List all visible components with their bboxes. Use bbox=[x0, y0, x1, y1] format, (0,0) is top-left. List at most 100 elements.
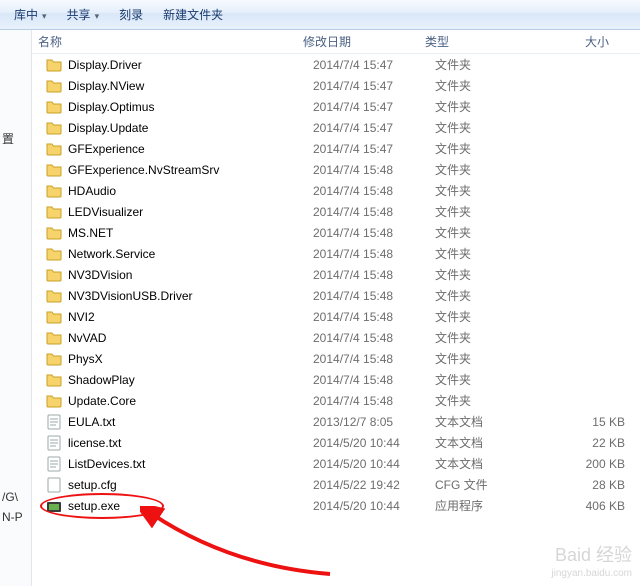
file-date: 2014/7/4 15:48 bbox=[313, 163, 435, 177]
column-header-type[interactable]: 类型 bbox=[419, 29, 531, 54]
file-name: NV3DVision bbox=[68, 268, 313, 282]
file-type: 文本文档 bbox=[435, 434, 547, 451]
file-row[interactable]: license.txt2014/5/20 10:44文本文档22 KB bbox=[32, 432, 640, 453]
file-icon bbox=[46, 477, 62, 493]
file-name: NV3DVisionUSB.Driver bbox=[68, 289, 313, 303]
file-name: ShadowPlay bbox=[68, 373, 313, 387]
file-row[interactable]: Display.Update2014/7/4 15:47文件夹 bbox=[32, 117, 640, 138]
toolbar-share[interactable]: 共享 bbox=[57, 2, 110, 27]
file-row[interactable]: NV3DVision2014/7/4 15:48文件夹 bbox=[32, 264, 640, 285]
file-name: Update.Core bbox=[68, 394, 313, 408]
file-type: 文件夹 bbox=[435, 245, 547, 262]
file-type: 文件夹 bbox=[435, 224, 547, 241]
file-date: 2014/5/20 10:44 bbox=[313, 436, 435, 450]
file-row[interactable]: setup.exe2014/5/20 10:44应用程序406 KB bbox=[32, 495, 640, 516]
file-type: 文件夹 bbox=[435, 203, 547, 220]
file-type: 文件夹 bbox=[435, 161, 547, 178]
file-name: NvVAD bbox=[68, 331, 313, 345]
folder-icon bbox=[46, 330, 62, 346]
file-row[interactable]: PhysX2014/7/4 15:48文件夹 bbox=[32, 348, 640, 369]
file-list[interactable]: Display.Driver2014/7/4 15:47文件夹Display.N… bbox=[32, 54, 640, 586]
file-row[interactable]: Update.Core2014/7/4 15:48文件夹 bbox=[32, 390, 640, 411]
file-name: Display.Update bbox=[68, 121, 313, 135]
column-header-date[interactable]: 修改日期 bbox=[297, 29, 419, 54]
file-date: 2014/7/4 15:47 bbox=[313, 58, 435, 72]
file-type: CFG 文件 bbox=[435, 476, 547, 493]
file-name: setup.cfg bbox=[68, 478, 313, 492]
file-type: 文件夹 bbox=[435, 266, 547, 283]
file-name: setup.exe bbox=[68, 499, 313, 513]
file-name: Network.Service bbox=[68, 247, 313, 261]
file-row[interactable]: EULA.txt2013/12/7 8:05文本文档15 KB bbox=[32, 411, 640, 432]
file-row[interactable]: GFExperience.NvStreamSrv2014/7/4 15:48文件… bbox=[32, 159, 640, 180]
file-type: 文件夹 bbox=[435, 329, 547, 346]
file-size: 22 KB bbox=[547, 436, 625, 450]
folder-icon bbox=[46, 267, 62, 283]
file-name: PhysX bbox=[68, 352, 313, 366]
folder-icon bbox=[46, 183, 62, 199]
file-row[interactable]: setup.cfg2014/5/22 19:42CFG 文件28 KB bbox=[32, 474, 640, 495]
file-size: 406 KB bbox=[547, 499, 625, 513]
text-file-icon bbox=[46, 456, 62, 472]
file-type: 应用程序 bbox=[435, 497, 547, 514]
file-row[interactable]: HDAudio2014/7/4 15:48文件夹 bbox=[32, 180, 640, 201]
file-type: 文件夹 bbox=[435, 287, 547, 304]
text-file-icon bbox=[46, 414, 62, 430]
watermark-brand: Baid 经验 bbox=[551, 544, 632, 567]
file-type: 文件夹 bbox=[435, 350, 547, 367]
file-name: NVI2 bbox=[68, 310, 313, 324]
file-type: 文件夹 bbox=[435, 119, 547, 136]
file-name: license.txt bbox=[68, 436, 313, 450]
file-row[interactable]: NVI22014/7/4 15:48文件夹 bbox=[32, 306, 640, 327]
file-type: 文件夹 bbox=[435, 98, 547, 115]
folder-icon bbox=[46, 78, 62, 94]
file-list-pane: 名称 修改日期 类型 大小 Display.Driver2014/7/4 15:… bbox=[32, 30, 640, 586]
file-date: 2014/7/4 15:47 bbox=[313, 121, 435, 135]
folder-icon bbox=[46, 372, 62, 388]
file-type: 文本文档 bbox=[435, 455, 547, 472]
file-type: 文件夹 bbox=[435, 308, 547, 325]
watermark: Baid 经验 jingyan.baidu.com bbox=[551, 544, 632, 580]
left-fragment: 置 bbox=[2, 130, 14, 147]
file-name: HDAudio bbox=[68, 184, 313, 198]
folder-icon bbox=[46, 162, 62, 178]
file-row[interactable]: GFExperience2014/7/4 15:47文件夹 bbox=[32, 138, 640, 159]
file-date: 2014/7/4 15:48 bbox=[313, 352, 435, 366]
file-date: 2014/5/20 10:44 bbox=[313, 457, 435, 471]
file-name: LEDVisualizer bbox=[68, 205, 313, 219]
file-date: 2013/12/7 8:05 bbox=[313, 415, 435, 429]
folder-icon bbox=[46, 120, 62, 136]
file-size: 200 KB bbox=[547, 457, 625, 471]
file-row[interactable]: Display.Driver2014/7/4 15:47文件夹 bbox=[32, 54, 640, 75]
file-row[interactable]: NvVAD2014/7/4 15:48文件夹 bbox=[32, 327, 640, 348]
file-date: 2014/7/4 15:48 bbox=[313, 310, 435, 324]
file-row[interactable]: LEDVisualizer2014/7/4 15:48文件夹 bbox=[32, 201, 640, 222]
file-row[interactable]: Network.Service2014/7/4 15:48文件夹 bbox=[32, 243, 640, 264]
folder-icon bbox=[46, 204, 62, 220]
file-date: 2014/5/20 10:44 bbox=[313, 499, 435, 513]
toolbar-new-folder[interactable]: 新建文件夹 bbox=[153, 2, 233, 27]
file-row[interactable]: NV3DVisionUSB.Driver2014/7/4 15:48文件夹 bbox=[32, 285, 640, 306]
file-size: 28 KB bbox=[547, 478, 625, 492]
file-name: EULA.txt bbox=[68, 415, 313, 429]
file-row[interactable]: ListDevices.txt2014/5/20 10:44文本文档200 KB bbox=[32, 453, 640, 474]
toolbar-burn[interactable]: 刻录 bbox=[109, 2, 153, 27]
file-row[interactable]: Display.Optimus2014/7/4 15:47文件夹 bbox=[32, 96, 640, 117]
file-type: 文件夹 bbox=[435, 182, 547, 199]
toolbar-library[interactable]: 库中 bbox=[4, 2, 57, 27]
watermark-url: jingyan.baidu.com bbox=[551, 567, 632, 580]
file-name: Display.NView bbox=[68, 79, 313, 93]
file-date: 2014/7/4 15:48 bbox=[313, 268, 435, 282]
column-header-name[interactable]: 名称 bbox=[32, 29, 297, 54]
file-date: 2014/5/22 19:42 bbox=[313, 478, 435, 492]
file-date: 2014/7/4 15:48 bbox=[313, 226, 435, 240]
left-nav-panel: 置 /G\ N-P bbox=[0, 30, 32, 586]
file-row[interactable]: Display.NView2014/7/4 15:47文件夹 bbox=[32, 75, 640, 96]
file-date: 2014/7/4 15:47 bbox=[313, 142, 435, 156]
application-icon bbox=[46, 498, 62, 514]
file-date: 2014/7/4 15:48 bbox=[313, 373, 435, 387]
file-row[interactable]: ShadowPlay2014/7/4 15:48文件夹 bbox=[32, 369, 640, 390]
column-header-size[interactable]: 大小 bbox=[531, 29, 616, 54]
file-row[interactable]: MS.NET2014/7/4 15:48文件夹 bbox=[32, 222, 640, 243]
text-file-icon bbox=[46, 435, 62, 451]
